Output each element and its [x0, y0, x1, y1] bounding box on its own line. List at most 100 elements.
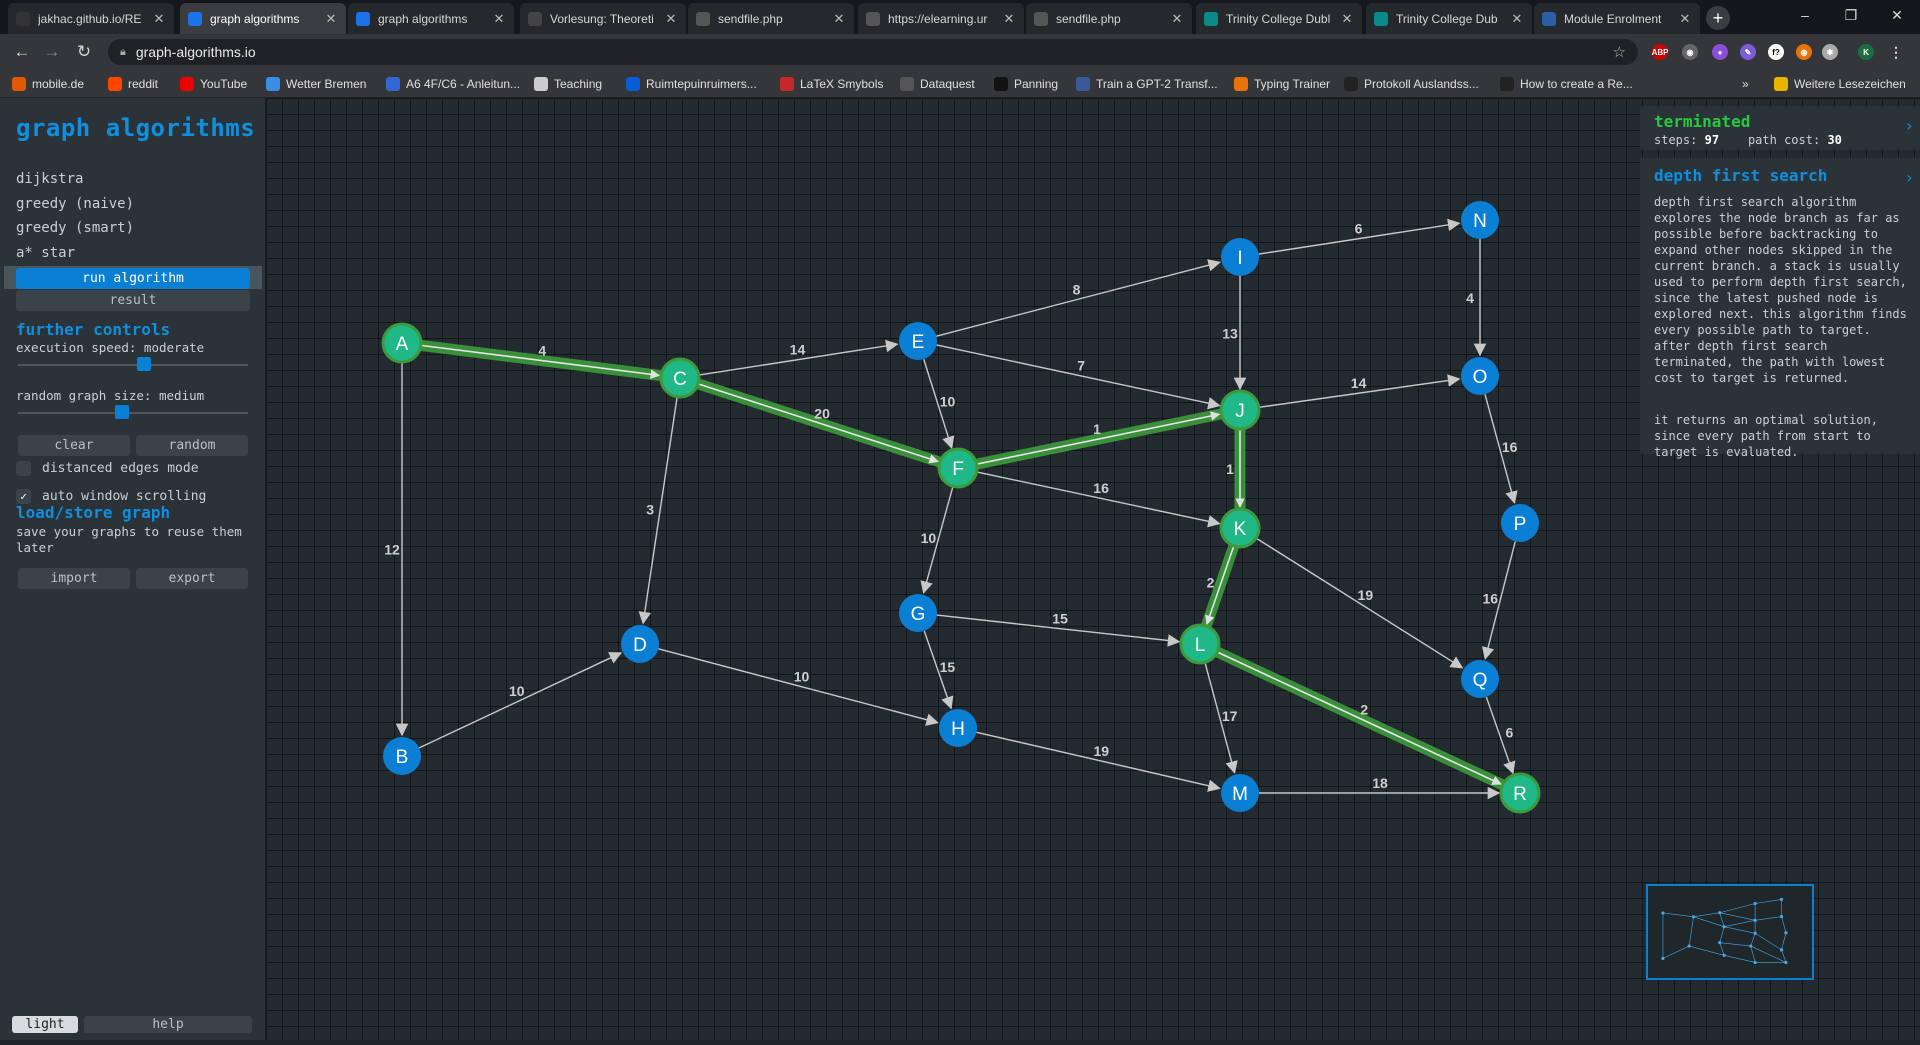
- node-F[interactable]: F: [937, 447, 979, 489]
- puzzle-icon[interactable]: ✱: [1822, 44, 1838, 60]
- speed-slider-thumb[interactable]: [136, 357, 151, 371]
- bookmark-item[interactable]: Dataquest: [900, 75, 975, 93]
- pen-extension-icon[interactable]: ✎: [1740, 44, 1756, 60]
- adblock-icon[interactable]: ABP: [1652, 44, 1668, 60]
- close-tab-icon[interactable]: ✕: [1170, 11, 1184, 27]
- bookmark-item[interactable]: mobile.de: [12, 75, 84, 93]
- algorithm-item[interactable]: greedy (smart): [4, 217, 262, 240]
- auto-scroll-checkbox[interactable]: ✓: [16, 489, 31, 504]
- browser-tab[interactable]: https://elearning.ur ✕: [858, 3, 1024, 34]
- restore-icon[interactable]: ❐: [1828, 0, 1874, 30]
- function-extension-icon[interactable]: f?: [1768, 44, 1784, 60]
- node-C[interactable]: C: [659, 357, 701, 399]
- close-tab-icon[interactable]: ✕: [832, 11, 846, 27]
- browser-tab[interactable]: Trinity College Dub ✕: [1366, 3, 1532, 34]
- close-tab-icon[interactable]: ✕: [324, 11, 338, 27]
- result-button[interactable]: result: [16, 290, 250, 311]
- node-Q[interactable]: Q: [1461, 660, 1499, 698]
- bookmark-item[interactable]: Protokoll Auslandss...: [1344, 75, 1479, 93]
- node-J[interactable]: J: [1219, 389, 1261, 431]
- collapse-description-icon[interactable]: ›: [1904, 168, 1914, 187]
- algorithm-item[interactable]: dijkstra: [4, 168, 262, 191]
- close-tab-icon[interactable]: ✕: [664, 11, 678, 27]
- minimize-icon[interactable]: –: [1782, 0, 1828, 30]
- browser-tab[interactable]: graph algorithms ✕: [180, 3, 346, 34]
- bookmark-star-icon[interactable]: ☆: [1613, 43, 1626, 61]
- close-window-icon[interactable]: ✕: [1874, 0, 1920, 30]
- browser-tab[interactable]: Module Enrolment ✕: [1534, 3, 1700, 34]
- browser-tab[interactable]: jakhac.github.io/RE ✕: [8, 3, 174, 34]
- edge-C-F[interactable]: [697, 383, 939, 464]
- menu-kebab-icon[interactable]: ⋮: [1888, 44, 1904, 60]
- extension-icon[interactable]: ◉: [1682, 44, 1698, 60]
- help-button[interactable]: help: [84, 1016, 252, 1033]
- import-button[interactable]: import: [18, 568, 130, 589]
- browser-tab[interactable]: Trinity College Dubl ✕: [1196, 3, 1362, 34]
- bookmark-item[interactable]: Panning: [994, 75, 1058, 93]
- clear-button[interactable]: clear: [18, 435, 130, 456]
- edge-E-I[interactable]: [936, 259, 1221, 337]
- node-A[interactable]: A: [381, 322, 423, 364]
- node-H[interactable]: H: [939, 709, 977, 747]
- node-M[interactable]: M: [1221, 774, 1259, 812]
- profile-avatar[interactable]: K: [1858, 44, 1874, 60]
- node-N[interactable]: N: [1461, 201, 1499, 239]
- bookmark-item[interactable]: LaTeX Smybols: [780, 75, 883, 93]
- bookmark-item[interactable]: YouTube: [180, 75, 247, 93]
- node-D[interactable]: D: [621, 625, 659, 663]
- back-icon[interactable]: ←: [10, 41, 34, 63]
- forward-icon[interactable]: →: [40, 41, 64, 63]
- node-E[interactable]: E: [899, 322, 937, 360]
- close-tab-icon[interactable]: ✕: [152, 11, 166, 27]
- color-extension-icon[interactable]: ●: [1712, 44, 1728, 60]
- bookmark-item[interactable]: How to create a Re...: [1500, 75, 1633, 93]
- browser-tab[interactable]: sendfile.php ✕: [688, 3, 854, 34]
- close-tab-icon[interactable]: ✕: [1678, 11, 1692, 27]
- speed-slider-track[interactable]: [18, 364, 248, 366]
- algorithm-item[interactable]: a* star: [4, 242, 262, 265]
- node-K[interactable]: K: [1219, 507, 1261, 549]
- node-B[interactable]: B: [383, 737, 421, 775]
- node-O[interactable]: O: [1461, 357, 1499, 395]
- edge-B-D[interactable]: [418, 652, 623, 749]
- node-I[interactable]: I: [1221, 238, 1259, 276]
- browser-tab[interactable]: graph algorithms ✕: [348, 3, 514, 34]
- more-bookmarks-icon[interactable]: »: [1742, 75, 1749, 93]
- address-bar[interactable]: 🔒︎ graph-algorithms.io ☆: [108, 39, 1638, 65]
- size-slider-track[interactable]: [18, 412, 248, 414]
- browser-tab[interactable]: sendfile.php ✕: [1026, 3, 1192, 34]
- edge-D-H[interactable]: [658, 648, 939, 726]
- close-tab-icon[interactable]: ✕: [1002, 11, 1016, 27]
- new-tab-button[interactable]: +: [1706, 6, 1730, 30]
- node-P[interactable]: P: [1501, 504, 1539, 542]
- browser-tab[interactable]: Vorlesung: Theoreti ✕: [520, 3, 686, 34]
- bookmark-item[interactable]: Train a GPT-2 Transf...: [1076, 75, 1218, 93]
- node-L[interactable]: L: [1179, 623, 1221, 665]
- light-theme-button[interactable]: light: [12, 1016, 78, 1033]
- distanced-edges-checkbox[interactable]: [16, 461, 31, 476]
- minimap[interactable]: [1646, 884, 1814, 980]
- other-bookmarks-folder[interactable]: Weitere Lesezeichen: [1774, 75, 1906, 93]
- bookmark-item[interactable]: A6 4F/C6 - Anleitun...: [386, 75, 520, 93]
- node-R[interactable]: R: [1499, 772, 1541, 814]
- close-tab-icon[interactable]: ✕: [492, 11, 506, 27]
- bookmark-item[interactable]: Wetter Bremen: [266, 75, 366, 93]
- bookmark-item[interactable]: reddit: [108, 75, 158, 93]
- close-tab-icon[interactable]: ✕: [1340, 11, 1354, 27]
- random-button[interactable]: random: [136, 435, 248, 456]
- bookmark-item[interactable]: Typing Trainer: [1234, 75, 1330, 93]
- run-algorithm-button[interactable]: run algorithm: [16, 268, 250, 289]
- bookmark-item[interactable]: Ruimtepuinruimers...: [626, 75, 757, 93]
- collapse-status-icon[interactable]: ›: [1904, 116, 1914, 135]
- node-G[interactable]: G: [899, 594, 937, 632]
- edge-E-J[interactable]: [936, 344, 1221, 410]
- edge-H-M[interactable]: [976, 731, 1221, 792]
- edge-L-R[interactable]: [1216, 651, 1502, 785]
- bookmark-item[interactable]: Teaching: [534, 75, 602, 93]
- close-tab-icon[interactable]: ✕: [1510, 11, 1524, 27]
- reload-icon[interactable]: ↻: [72, 41, 96, 63]
- size-slider-thumb[interactable]: [115, 405, 130, 419]
- extension-icon-2[interactable]: ◍: [1796, 44, 1812, 60]
- export-button[interactable]: export: [136, 568, 248, 589]
- algorithm-item[interactable]: greedy (naive): [4, 193, 262, 216]
